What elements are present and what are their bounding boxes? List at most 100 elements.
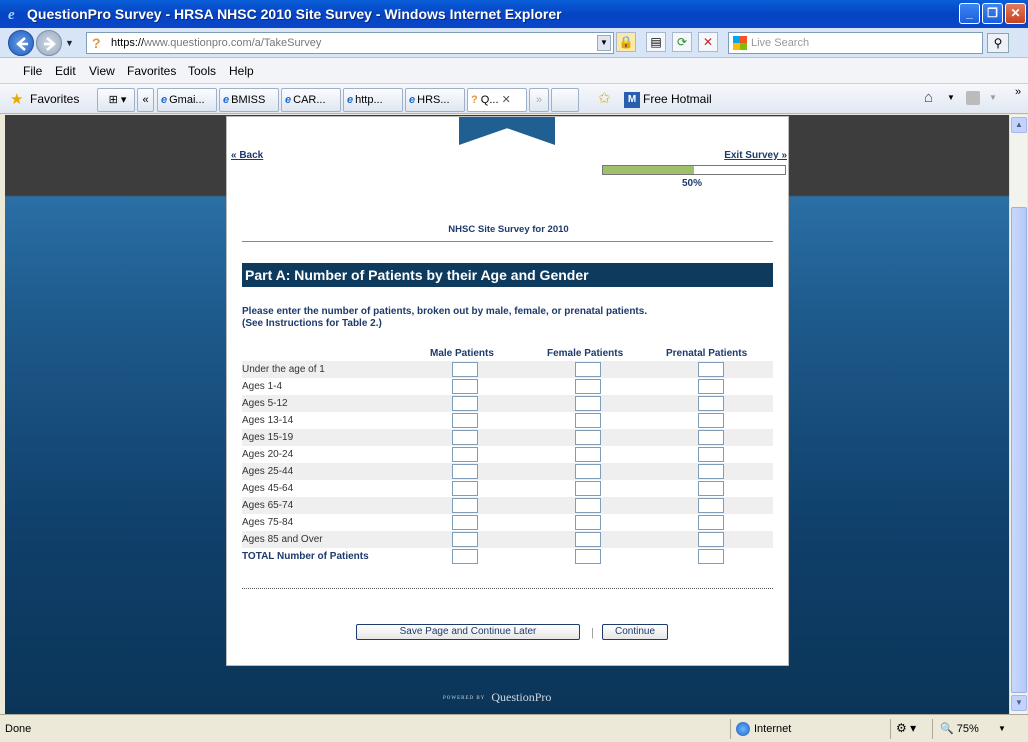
row-label: Ages 45-64 bbox=[242, 483, 294, 494]
new-tab-button[interactable] bbox=[551, 88, 579, 112]
menu-file[interactable]: File bbox=[23, 64, 42, 78]
table-row: Ages 75-84 bbox=[242, 514, 773, 531]
minimize-button[interactable]: _ bbox=[959, 3, 980, 24]
powered-by-logo[interactable]: POWERED BY QuestionPro bbox=[443, 690, 551, 705]
rss-feeds-icon[interactable] bbox=[966, 91, 980, 105]
male-count-input[interactable] bbox=[452, 464, 478, 479]
female-count-input[interactable] bbox=[575, 532, 601, 547]
lock-icon[interactable]: 🔒 bbox=[616, 32, 636, 52]
continue-button[interactable]: Continue bbox=[602, 624, 668, 640]
prenatal-count-input[interactable] bbox=[698, 379, 724, 394]
scroll-down-icon[interactable]: ▼ bbox=[1011, 695, 1027, 711]
female-count-input[interactable] bbox=[575, 515, 601, 530]
refresh-icon[interactable]: ⟳ bbox=[672, 32, 692, 52]
female-count-input[interactable] bbox=[575, 481, 601, 496]
prenatal-count-input[interactable] bbox=[698, 481, 724, 496]
female-count-input[interactable] bbox=[575, 396, 601, 411]
menu-tools[interactable]: Tools bbox=[188, 64, 216, 78]
back-nav-button[interactable] bbox=[8, 30, 34, 56]
home-icon[interactable]: ⌂ bbox=[924, 89, 933, 106]
tab-questionpro[interactable]: ? Q... ✕ bbox=[467, 88, 527, 112]
more-tabs-icon[interactable]: » bbox=[529, 88, 549, 112]
prenatal-count-input[interactable] bbox=[698, 430, 724, 445]
tab-hrs[interactable]: e HRS... bbox=[405, 88, 465, 112]
add-favorite-icon[interactable]: ✩ bbox=[598, 89, 611, 107]
quick-tabs-icon[interactable]: ⊞ ▾ bbox=[97, 88, 135, 112]
tab-gmail[interactable]: e Gmai... bbox=[157, 88, 217, 112]
close-tab-icon[interactable]: ✕ bbox=[502, 94, 511, 106]
feeds-dropdown-icon[interactable]: ▼ bbox=[989, 93, 997, 102]
menu-edit[interactable]: Edit bbox=[55, 64, 76, 78]
scroll-up-icon[interactable]: ▲ bbox=[1011, 117, 1027, 133]
prenatal-count-input[interactable] bbox=[698, 413, 724, 428]
female-count-input[interactable] bbox=[575, 498, 601, 513]
url-text[interactable]: https://www.questionpro.com/a/TakeSurvey bbox=[111, 37, 321, 49]
address-dropdown-icon[interactable]: ▼ bbox=[597, 35, 611, 51]
tab-bmiss[interactable]: e BMISS bbox=[219, 88, 279, 112]
male-count-input[interactable] bbox=[452, 379, 478, 394]
menu-help[interactable]: Help bbox=[229, 64, 254, 78]
favorites-button[interactable]: Favorites bbox=[30, 92, 79, 106]
tab-list-icon[interactable]: « bbox=[137, 88, 154, 112]
forward-nav-button[interactable] bbox=[36, 30, 62, 56]
male-count-input[interactable] bbox=[452, 396, 478, 411]
search-input[interactable]: Live Search bbox=[728, 32, 983, 54]
tab-car[interactable]: e CAR... bbox=[281, 88, 341, 112]
male-count-input[interactable] bbox=[452, 498, 478, 513]
free-hotmail-link[interactable]: M Free Hotmail bbox=[624, 92, 712, 108]
male-count-input[interactable] bbox=[452, 515, 478, 530]
prenatal-count-input[interactable] bbox=[698, 498, 724, 513]
prenatal-count-input[interactable] bbox=[698, 549, 724, 564]
stop-icon[interactable]: ✕ bbox=[698, 32, 718, 52]
column-header-prenatal: Prenatal Patients bbox=[666, 348, 748, 359]
address-field[interactable]: ? https://www.questionpro.com/a/TakeSurv… bbox=[86, 32, 614, 54]
female-count-input[interactable] bbox=[575, 430, 601, 445]
zoom-level[interactable]: 🔍 75% bbox=[940, 722, 979, 735]
tab-http[interactable]: e http... bbox=[343, 88, 403, 112]
home-dropdown-icon[interactable]: ▼ bbox=[947, 93, 955, 102]
zoom-dropdown-icon[interactable]: ▼ bbox=[998, 724, 1006, 733]
save-continue-later-button[interactable]: Save Page and Continue Later bbox=[356, 624, 580, 640]
male-count-input[interactable] bbox=[452, 532, 478, 547]
menu-view[interactable]: View bbox=[89, 64, 115, 78]
protected-mode-icon[interactable]: ⚙ ▾ bbox=[896, 721, 916, 735]
menu-favorites[interactable]: Favorites bbox=[127, 64, 176, 78]
row-label: Ages 15-19 bbox=[242, 432, 294, 443]
column-header-male: Male Patients bbox=[430, 348, 494, 359]
male-count-input[interactable] bbox=[452, 362, 478, 377]
female-count-input[interactable] bbox=[575, 549, 601, 564]
prenatal-count-input[interactable] bbox=[698, 532, 724, 547]
male-count-input[interactable] bbox=[452, 413, 478, 428]
compatibility-view-icon[interactable]: ▤ bbox=[646, 32, 666, 52]
favorites-star-icon[interactable]: ★ bbox=[10, 90, 23, 108]
female-count-input[interactable] bbox=[575, 362, 601, 377]
toolbar-overflow-icon[interactable]: » bbox=[1015, 86, 1021, 98]
maximize-button[interactable]: ❐ bbox=[982, 3, 1003, 24]
scrollbar-thumb[interactable] bbox=[1011, 207, 1027, 693]
row-label: Under the age of 1 bbox=[242, 364, 325, 375]
row-label: Ages 25-44 bbox=[242, 466, 294, 477]
prenatal-count-input[interactable] bbox=[698, 515, 724, 530]
prenatal-count-input[interactable] bbox=[698, 362, 724, 377]
female-count-input[interactable] bbox=[575, 447, 601, 462]
male-count-input[interactable] bbox=[452, 430, 478, 445]
exit-survey-link[interactable]: Exit Survey » bbox=[724, 150, 787, 161]
female-count-input[interactable] bbox=[575, 379, 601, 394]
prenatal-count-input[interactable] bbox=[698, 396, 724, 411]
male-count-input[interactable] bbox=[452, 549, 478, 564]
msn-icon: M bbox=[624, 92, 640, 108]
male-count-input[interactable] bbox=[452, 447, 478, 462]
prenatal-count-input[interactable] bbox=[698, 464, 724, 479]
security-zone[interactable]: Internet bbox=[736, 722, 791, 736]
back-link[interactable]: « Back bbox=[231, 150, 263, 161]
male-count-input[interactable] bbox=[452, 481, 478, 496]
recent-pages-dropdown-icon[interactable]: ▼ bbox=[65, 38, 74, 48]
search-icon[interactable]: ⚲ bbox=[987, 33, 1009, 53]
vertical-scrollbar[interactable]: ▲ ▼ bbox=[1009, 115, 1027, 714]
prenatal-count-input[interactable] bbox=[698, 447, 724, 462]
close-window-button[interactable]: ✕ bbox=[1005, 3, 1026, 24]
ie-tab-icon: e bbox=[347, 94, 354, 106]
female-count-input[interactable] bbox=[575, 413, 601, 428]
table-row: Ages 1-4 bbox=[242, 378, 773, 395]
female-count-input[interactable] bbox=[575, 464, 601, 479]
